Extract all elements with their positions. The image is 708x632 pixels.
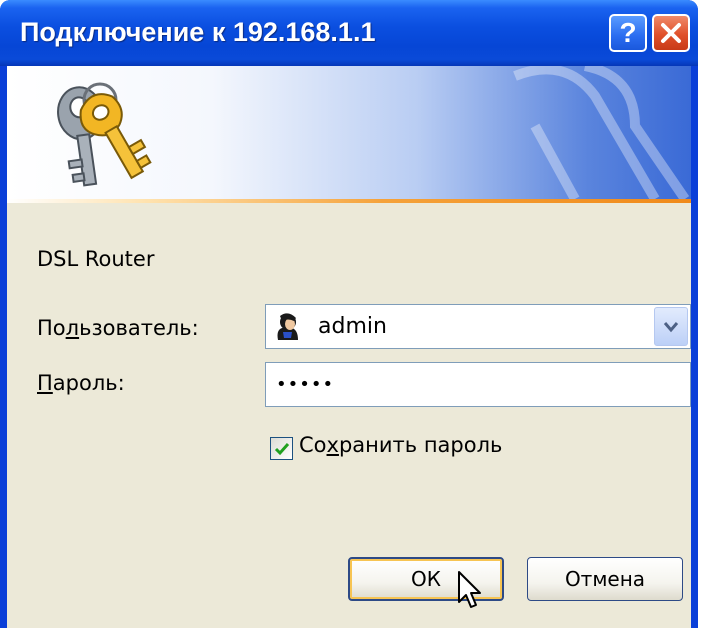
username-label: Пользователь: [37,316,199,340]
password-label-accesskey: П [37,371,53,395]
username-label-accesskey: л [65,316,80,340]
username-combobox[interactable]: admin [265,304,691,349]
password-label-suffix: ароль: [52,371,125,395]
username-value: admin [318,314,387,339]
password-label: Пароль: [37,371,125,395]
help-button[interactable]: ? [609,14,647,52]
user-icon [277,313,298,340]
keys-watermark-icon [513,66,690,199]
mouse-pointer-icon [458,571,481,608]
username-label-suffix: ьзователь: [79,316,199,340]
checkmark-icon [274,442,289,455]
banner-accent-line [7,199,691,203]
keys-icon [57,82,152,187]
remember-label-prefix: Со [299,433,327,457]
username-dropdown-button[interactable] [654,307,688,346]
login-dialog: Подключение к 192.168.1.1 ? DSL Router П… [0,0,698,628]
remember-password-label[interactable]: Сохранить пароль [299,433,502,457]
close-button[interactable] [652,14,690,52]
password-input[interactable] [265,362,691,407]
banner [7,66,691,199]
dialog-body: DSL Router Пользователь: admin Пароль: •… [7,66,691,628]
chevron-down-icon [663,321,679,332]
remember-label-suffix: ранить пароль [338,433,503,457]
remember-password-checkbox[interactable] [270,437,293,460]
close-icon [661,23,681,43]
realm-label: DSL Router [37,247,155,271]
remember-label-accesskey: х [326,433,339,457]
title-bar[interactable]: Подключение к 192.168.1.1 ? [0,0,698,66]
cancel-button[interactable]: Отмена [527,557,683,601]
username-label-prefix: По [37,316,66,340]
window-title: Подключение к 192.168.1.1 [20,17,376,47]
